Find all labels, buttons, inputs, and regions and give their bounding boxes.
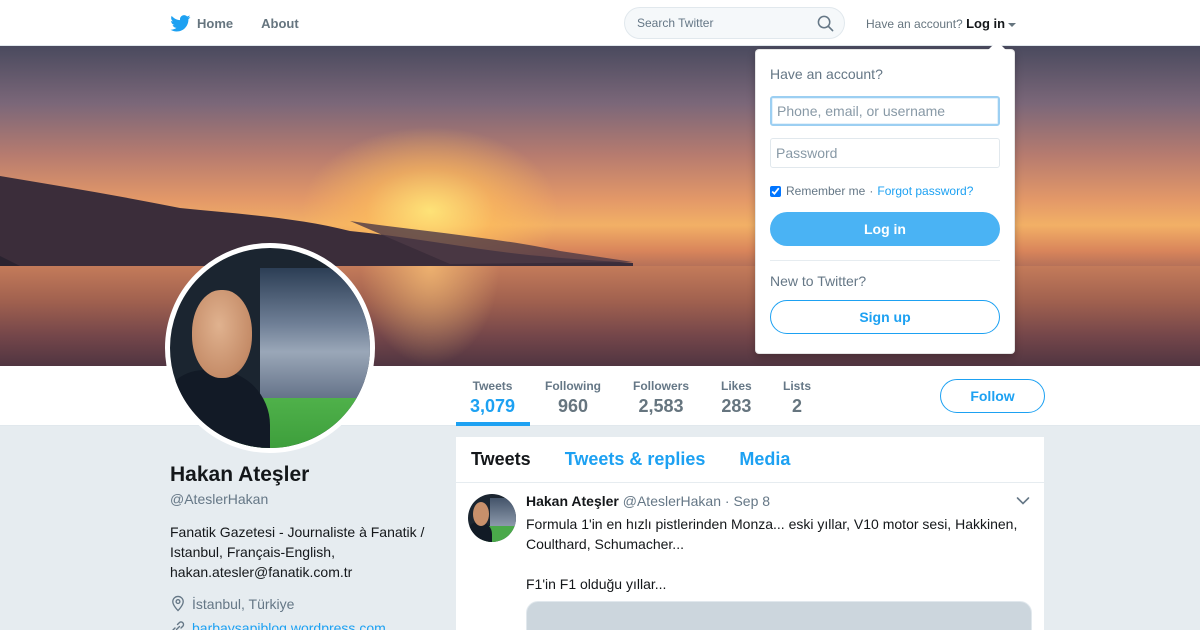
new-to-twitter-text: New to Twitter? bbox=[770, 273, 867, 289]
remember-me-label[interactable]: Remember me bbox=[786, 184, 865, 198]
tweet-avatar-stadium bbox=[490, 498, 516, 526]
dropdown-title: Have an account? bbox=[770, 66, 883, 82]
tweet-author-handle[interactable]: @AteslerHakan bbox=[623, 493, 721, 509]
tweet-media-card[interactable] bbox=[526, 601, 1032, 630]
search-box bbox=[624, 7, 845, 39]
stat-followers[interactable]: Followers 2,583 bbox=[633, 379, 689, 417]
tab-tweets-replies[interactable]: Tweets & replies bbox=[565, 449, 706, 470]
avatar-person-body bbox=[170, 370, 270, 448]
avatar-person-head bbox=[192, 290, 252, 378]
login-prompt: Have an account? Log in bbox=[866, 16, 1017, 31]
top-navigation-bar: Home About Have an account? Log in bbox=[0, 0, 1200, 46]
stat-following[interactable]: Following 960 bbox=[545, 379, 601, 417]
search-input[interactable] bbox=[625, 8, 805, 38]
banner-reflection bbox=[360, 266, 500, 366]
twitter-bird-icon bbox=[170, 14, 191, 31]
have-account-text: Have an account? bbox=[866, 17, 963, 31]
nav-home[interactable]: Home bbox=[170, 14, 234, 32]
nav-home-label: Home bbox=[197, 15, 234, 31]
password-field[interactable] bbox=[770, 138, 1000, 168]
stat-value: 960 bbox=[557, 396, 589, 416]
tab-media[interactable]: Media bbox=[739, 449, 790, 470]
nav-left: Home About bbox=[170, 0, 327, 46]
remember-separator: · bbox=[869, 184, 874, 198]
login-button[interactable]: Log in bbox=[770, 212, 1000, 246]
avatar-stadium bbox=[260, 268, 370, 408]
signup-button[interactable]: Sign up bbox=[770, 300, 1000, 334]
location-pin-icon bbox=[172, 595, 184, 612]
tweet-avatar-head bbox=[473, 502, 489, 526]
timeline-tabs: Tweets Tweets & replies Media bbox=[456, 437, 1044, 483]
timeline: Tweets Tweets & replies Media Hakan Ateş… bbox=[456, 437, 1044, 630]
tweet-item[interactable]: Hakan Ateşler @AteslerHakan · Sep 8 Form… bbox=[456, 484, 1044, 630]
profile-handle[interactable]: @AteslerHakan bbox=[170, 491, 268, 507]
remember-row: Remember me · Forgot password? bbox=[770, 184, 973, 198]
stat-label: Following bbox=[545, 379, 601, 393]
search-icon[interactable] bbox=[817, 15, 834, 32]
stat-label: Likes bbox=[721, 379, 752, 393]
profile-location-text: İstanbul, Türkiye bbox=[192, 595, 295, 612]
stat-label: Lists bbox=[783, 379, 812, 393]
stat-value: 2 bbox=[792, 396, 803, 416]
stat-value: 2,583 bbox=[638, 396, 684, 416]
stat-label: Followers bbox=[633, 379, 690, 393]
link-icon bbox=[172, 621, 185, 630]
tweet-header: Hakan Ateşler @AteslerHakan · Sep 8 bbox=[526, 493, 770, 509]
stat-lists[interactable]: Lists 2 bbox=[783, 379, 811, 417]
tweet-author-name[interactable]: Hakan Ateşler bbox=[526, 493, 619, 509]
profile-website[interactable]: barbaysapiblog.wordpress.com bbox=[170, 620, 386, 630]
forgot-password-link[interactable]: Forgot password? bbox=[877, 184, 973, 198]
stat-value: 283 bbox=[721, 396, 752, 416]
stat-likes[interactable]: Likes 283 bbox=[721, 379, 752, 417]
nav-about[interactable]: About bbox=[261, 16, 299, 31]
tab-tweets[interactable]: Tweets bbox=[471, 449, 531, 470]
profile-website-link[interactable]: barbaysapiblog.wordpress.com bbox=[192, 620, 386, 630]
nav-about-label: About bbox=[261, 15, 299, 31]
tweet-separator: · bbox=[724, 493, 730, 509]
active-stat-underline bbox=[456, 422, 530, 426]
profile-avatar[interactable] bbox=[165, 243, 375, 453]
login-dropdown-toggle[interactable]: Log in bbox=[966, 16, 1005, 31]
tweet-text-line: F1'in F1 olduğu yıllar... bbox=[526, 576, 667, 592]
dropdown-arrow bbox=[988, 41, 1006, 50]
follow-button[interactable]: Follow bbox=[940, 379, 1045, 413]
stat-tweets[interactable]: Tweets 3,079 bbox=[470, 379, 515, 417]
username-field[interactable] bbox=[770, 96, 1000, 126]
dropdown-divider bbox=[770, 260, 1000, 261]
profile-bio: Fanatik Gazetesi - Journaliste à Fanatik… bbox=[170, 524, 425, 580]
login-dropdown: Have an account? Remember me · Forgot pa… bbox=[755, 41, 1015, 354]
profile-location: İstanbul, Türkiye bbox=[170, 595, 294, 612]
tweet-text: Formula 1'in en hızlı pistlerinden Monza… bbox=[526, 514, 1026, 614]
remember-me-checkbox[interactable] bbox=[770, 185, 781, 197]
stat-value: 3,079 bbox=[470, 396, 516, 416]
caret-down-icon[interactable] bbox=[1008, 22, 1017, 27]
tweet-date[interactable]: Sep 8 bbox=[733, 493, 770, 509]
tweet-text-line: Formula 1'in en hızlı pistlerinden Monza… bbox=[526, 516, 1018, 552]
chevron-down-icon[interactable] bbox=[1016, 496, 1030, 506]
stat-label: Tweets bbox=[472, 379, 513, 393]
tweet-avatar[interactable] bbox=[468, 494, 516, 542]
profile-name[interactable]: Hakan Ateşler bbox=[170, 463, 309, 487]
